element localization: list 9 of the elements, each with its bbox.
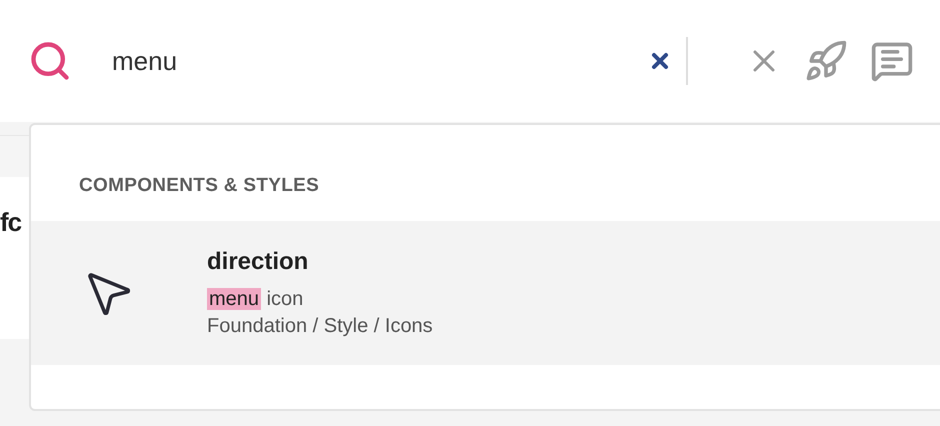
result-title: direction [207,248,310,276]
section-heading: COMPONENTS & STYLES [78,175,320,198]
result-path: Foundation / Style / Icons [207,315,433,338]
rocket-icon [804,39,848,83]
rocket-button[interactable] [804,39,848,83]
search-field[interactable]: menu [110,44,594,78]
result-description: menu icon [207,288,304,311]
search-result[interactable]: direction menu icon Foundation / Style / Icons [31,221,940,365]
card-title: fc [0,207,22,238]
